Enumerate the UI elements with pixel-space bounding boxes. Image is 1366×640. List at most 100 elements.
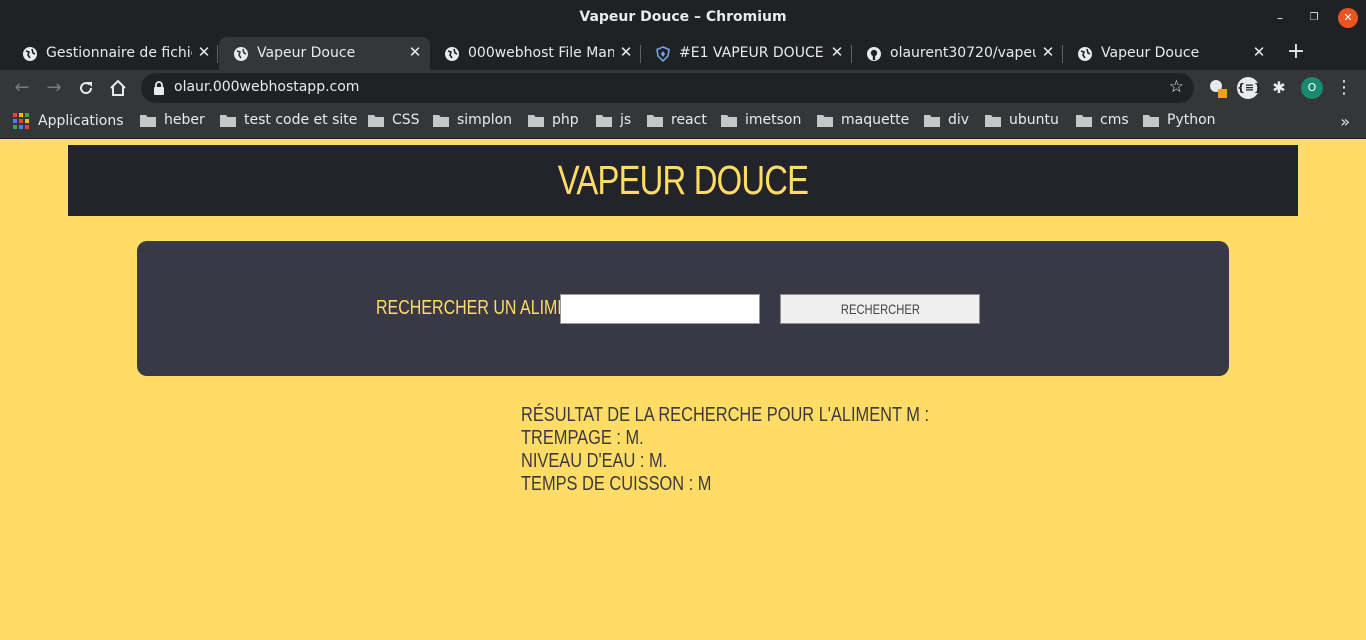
forward-button[interactable]: → bbox=[42, 76, 66, 100]
back-button[interactable]: ← bbox=[10, 76, 34, 100]
tab-gestionnaire[interactable]: Gestionnaire de fichiers ✕ bbox=[8, 37, 218, 70]
globe-icon bbox=[445, 47, 459, 61]
tab-close-icon[interactable]: ✕ bbox=[407, 44, 423, 60]
folder-icon bbox=[220, 114, 236, 127]
tab-separator bbox=[217, 45, 218, 63]
search-panel: RECHERCHER UN ALIMENT RECHERCHER bbox=[137, 241, 1229, 376]
shield-icon bbox=[656, 46, 670, 62]
minimize-button[interactable]: – bbox=[1270, 8, 1290, 28]
globe-icon bbox=[1078, 47, 1092, 61]
bookmark-label: js bbox=[620, 112, 632, 128]
bookmark-folder-heber[interactable]: heber bbox=[140, 112, 205, 132]
bookmark-folder-imetson[interactable]: imetson bbox=[721, 112, 801, 132]
site-header: VAPEUR DOUCE bbox=[68, 145, 1298, 216]
bookmarks-overflow-icon[interactable]: » bbox=[1340, 112, 1350, 131]
bookmark-star-icon[interactable]: ☆ bbox=[1169, 77, 1184, 97]
folder-icon bbox=[924, 114, 940, 127]
tab-close-icon[interactable]: ✕ bbox=[196, 44, 212, 60]
folder-icon bbox=[721, 114, 737, 127]
folder-icon bbox=[140, 114, 156, 127]
tab-label: Vapeur Douce bbox=[257, 45, 356, 61]
bookmark-folder-cms[interactable]: cms bbox=[1076, 112, 1129, 132]
bookmarks-bar: Applications heber test code et site CSS… bbox=[0, 106, 1366, 139]
bookmark-label: react bbox=[671, 112, 707, 128]
reload-icon bbox=[80, 82, 93, 95]
home-icon bbox=[110, 79, 126, 96]
tab-label: olaurent30720/vapeur bbox=[890, 45, 1036, 61]
bookmark-folder-ubuntu[interactable]: ubuntu bbox=[985, 112, 1059, 132]
tab-strip: Gestionnaire de fichiers ✕ Vapeur Douce … bbox=[0, 35, 1366, 70]
close-window-button[interactable]: ✕ bbox=[1338, 8, 1358, 28]
bookmark-folder-div[interactable]: div bbox=[924, 112, 969, 132]
window-title: Vapeur Douce – Chromium bbox=[579, 9, 787, 25]
tab-e1-vapeur-douce[interactable]: #E1 VAPEUR DOUCE ✕ bbox=[641, 37, 852, 70]
tab-label: #E1 VAPEUR DOUCE bbox=[679, 45, 824, 61]
result-trempage: TREMPAGE : M. bbox=[521, 427, 644, 449]
bookmark-label: maquette bbox=[841, 112, 910, 128]
folder-icon bbox=[647, 114, 663, 127]
folder-icon bbox=[985, 114, 1001, 127]
folder-icon bbox=[528, 114, 544, 127]
reload-button[interactable] bbox=[74, 76, 98, 100]
bookmark-folder-php[interactable]: php bbox=[528, 112, 579, 132]
lock-icon bbox=[154, 81, 164, 95]
tab-label: Gestionnaire de fichiers bbox=[46, 45, 192, 61]
bookmark-label: div bbox=[948, 112, 970, 128]
bookmark-folder-js[interactable]: js bbox=[596, 112, 631, 132]
extension-alert-icon[interactable] bbox=[1206, 77, 1228, 99]
tab-vapeur-douce-2[interactable]: Vapeur Douce ✕ bbox=[1063, 37, 1274, 70]
folder-icon bbox=[1076, 114, 1092, 127]
search-button-label: RECHERCHER bbox=[840, 301, 920, 317]
tab-close-icon[interactable]: ✕ bbox=[1040, 44, 1056, 60]
extensions-puzzle-icon[interactable]: ✱ bbox=[1268, 77, 1290, 99]
tab-github[interactable]: olaurent30720/vapeur ✕ bbox=[852, 37, 1063, 70]
bookmark-applications[interactable]: Applications bbox=[12, 112, 124, 132]
bookmark-folder-test-code[interactable]: test code et site bbox=[220, 112, 357, 132]
extension-glyph bbox=[1210, 80, 1227, 98]
folder-icon bbox=[433, 114, 449, 127]
profile-avatar[interactable]: O bbox=[1301, 77, 1323, 99]
folder-icon bbox=[1143, 114, 1159, 127]
tab-close-icon[interactable]: ✕ bbox=[829, 44, 845, 60]
bookmark-label: imetson bbox=[745, 112, 802, 128]
tab-000webhost[interactable]: 000webhost File Manager ✕ bbox=[430, 37, 641, 70]
maximize-button[interactable]: ❐ bbox=[1304, 8, 1324, 28]
bookmark-label: CSS bbox=[392, 112, 420, 128]
bookmark-label: heber bbox=[164, 112, 205, 128]
bookmark-label: simplon bbox=[457, 112, 513, 128]
menu-kebab-icon[interactable]: ⋮ bbox=[1333, 77, 1355, 99]
bookmark-label: Python bbox=[1167, 112, 1216, 128]
bookmark-label: cms bbox=[1100, 112, 1129, 128]
tab-vapeur-douce[interactable]: Vapeur Douce ✕ bbox=[219, 37, 430, 70]
result-niveau-eau: NIVEAU D'EAU : M. bbox=[521, 450, 668, 472]
search-results: RÉSULTAT DE LA RECHERCHE POUR L'ALIMENT … bbox=[521, 404, 1019, 496]
globe-icon bbox=[23, 47, 37, 61]
globe-icon bbox=[234, 47, 248, 61]
search-button[interactable]: RECHERCHER bbox=[780, 294, 980, 324]
bookmark-folder-react[interactable]: react bbox=[647, 112, 707, 132]
folder-icon bbox=[817, 114, 833, 127]
bookmark-folder-css[interactable]: CSS bbox=[368, 112, 420, 132]
site-title: VAPEUR DOUCE bbox=[557, 157, 809, 203]
bookmark-label: php bbox=[552, 112, 579, 128]
window-titlebar: Vapeur Douce – Chromium – ❐ ✕ bbox=[0, 0, 1366, 35]
json-viewer-extension-icon[interactable]: {≡} bbox=[1237, 77, 1262, 99]
bookmark-folder-python[interactable]: Python bbox=[1143, 112, 1216, 132]
result-heading: RÉSULTAT DE LA RECHERCHE POUR L'ALIMENT … bbox=[521, 404, 930, 426]
home-button[interactable] bbox=[106, 76, 130, 100]
address-bar[interactable]: olaur.000webhostapp.com ☆ bbox=[141, 73, 1194, 103]
bookmark-label: ubuntu bbox=[1009, 112, 1059, 128]
url-text: olaur.000webhostapp.com bbox=[174, 79, 360, 95]
folder-icon bbox=[368, 114, 384, 127]
search-input[interactable] bbox=[560, 294, 760, 324]
result-temps-cuisson: TEMPS DE CUISSON : M bbox=[521, 473, 712, 495]
bookmark-label: Applications bbox=[38, 113, 124, 129]
tab-close-icon[interactable]: ✕ bbox=[1251, 44, 1267, 60]
apps-grid-icon bbox=[13, 113, 29, 129]
bookmark-folder-simplon[interactable]: simplon bbox=[433, 112, 512, 132]
bookmark-folder-maquette[interactable]: maquette bbox=[817, 112, 909, 132]
tab-label: Vapeur Douce bbox=[1101, 45, 1200, 61]
tab-label: 000webhost File Manager bbox=[468, 45, 614, 61]
new-tab-button[interactable]: + bbox=[1284, 40, 1308, 64]
tab-close-icon[interactable]: ✕ bbox=[618, 44, 634, 60]
